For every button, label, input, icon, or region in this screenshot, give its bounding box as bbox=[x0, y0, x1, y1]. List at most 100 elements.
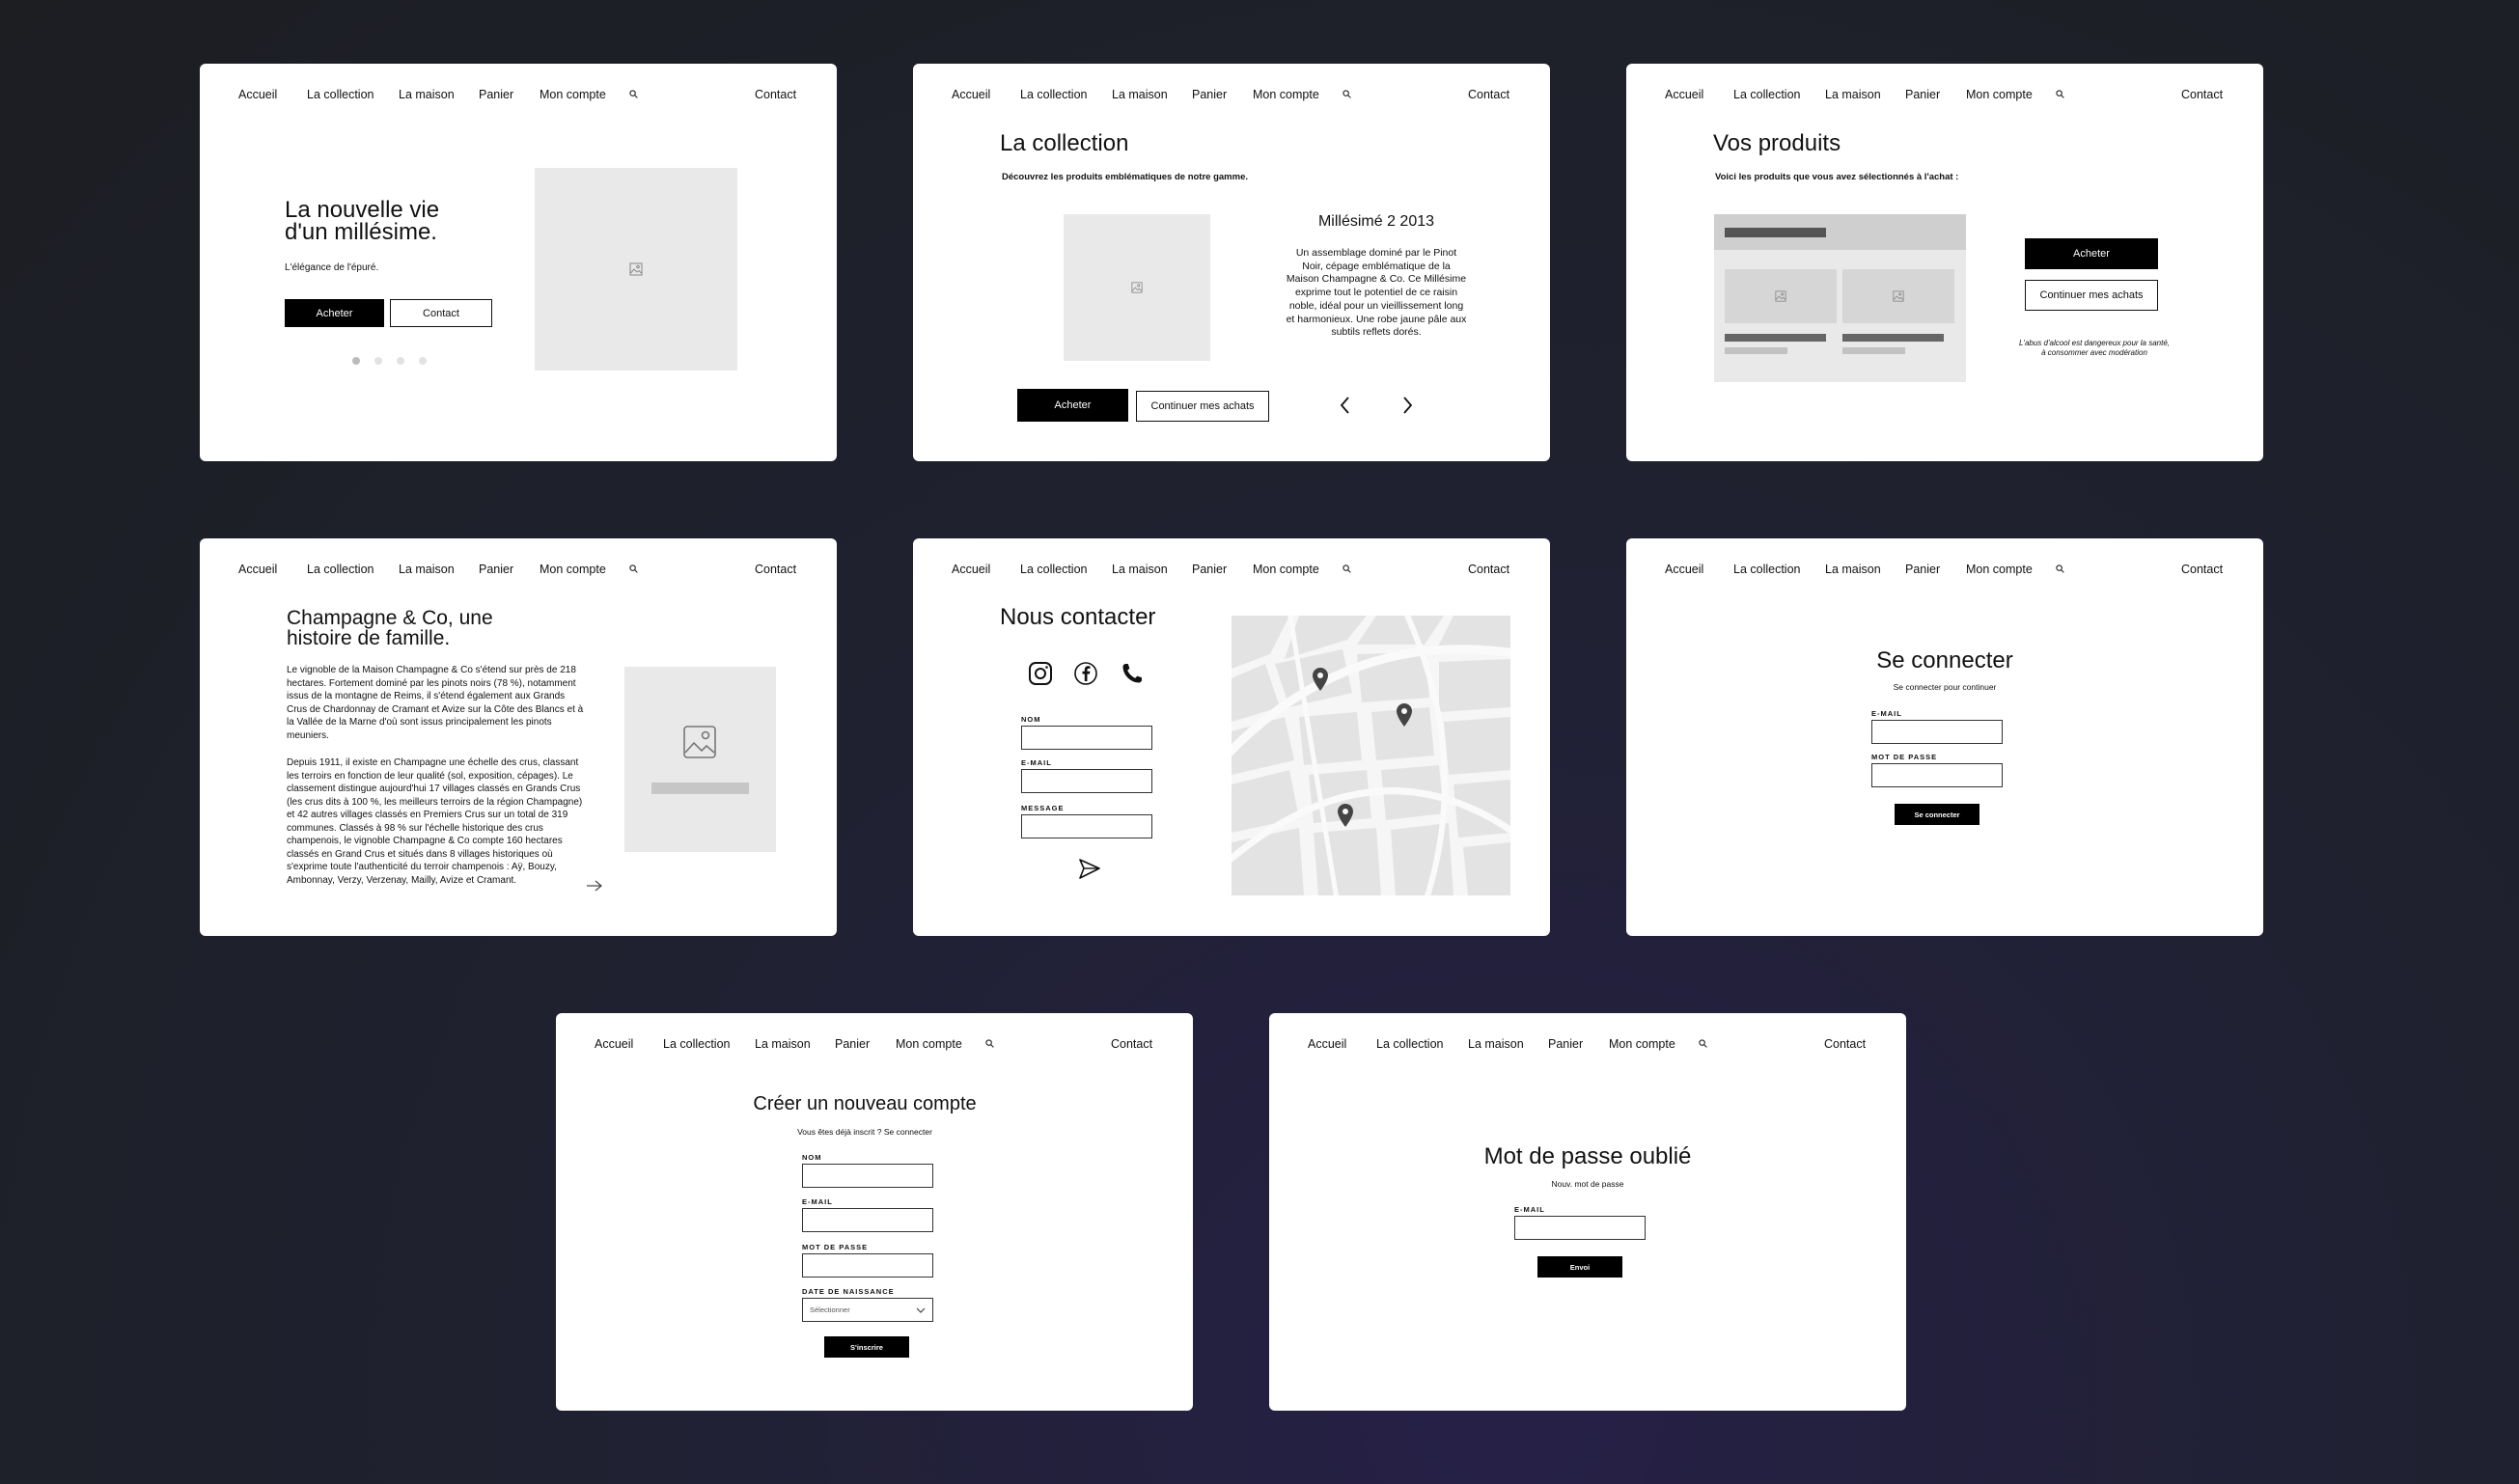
search-icon[interactable] bbox=[629, 90, 638, 98]
nav-la-collection[interactable]: La collection bbox=[1020, 88, 1088, 101]
card-contact: Accueil La collection La maison Panier M… bbox=[913, 538, 1550, 936]
nav-panier[interactable]: Panier bbox=[1548, 1037, 1583, 1051]
nav-la-maison[interactable]: La maison bbox=[1112, 88, 1168, 101]
nav-panier[interactable]: Panier bbox=[1905, 88, 1940, 101]
nav-contact[interactable]: Contact bbox=[2181, 563, 2223, 576]
name-field[interactable] bbox=[802, 1164, 933, 1188]
nav-panier[interactable]: Panier bbox=[1192, 88, 1227, 101]
nav-contact[interactable]: Contact bbox=[1468, 563, 1509, 576]
image-icon bbox=[1775, 290, 1786, 302]
nav-accueil[interactable]: Accueil bbox=[952, 88, 990, 101]
buy-button[interactable]: Acheter bbox=[285, 299, 384, 327]
buy-button[interactable]: Acheter bbox=[1017, 389, 1128, 422]
send-icon[interactable] bbox=[1077, 857, 1102, 882]
buy-button[interactable]: Acheter bbox=[2025, 238, 2158, 269]
nav-contact[interactable]: Contact bbox=[755, 88, 796, 101]
login-link[interactable]: Vous êtes déjà inscrit ? Se connecter bbox=[739, 1127, 990, 1137]
email-field[interactable] bbox=[1021, 769, 1152, 793]
map-pin-icon[interactable] bbox=[1337, 803, 1354, 828]
contact-button[interactable]: Contact bbox=[390, 299, 492, 327]
search-icon[interactable] bbox=[2056, 564, 2064, 573]
nav-accueil[interactable]: Accueil bbox=[595, 1037, 633, 1051]
send-button[interactable]: Envoi bbox=[1537, 1256, 1622, 1278]
nav-panier[interactable]: Panier bbox=[835, 1037, 870, 1051]
page-subtitle: Nouv. mot de passe bbox=[1551, 1179, 1624, 1189]
nav-contact[interactable]: Contact bbox=[2181, 88, 2223, 101]
nav-contact[interactable]: Contact bbox=[1824, 1037, 1866, 1051]
chevron-right-icon[interactable] bbox=[1400, 395, 1414, 416]
carousel-dot-4[interactable] bbox=[419, 357, 427, 365]
arrow-right-icon[interactable] bbox=[586, 879, 603, 893]
nav-la-maison[interactable]: La maison bbox=[1112, 563, 1168, 576]
login-button[interactable]: Se connecter bbox=[1895, 804, 1979, 825]
name-field[interactable] bbox=[1021, 726, 1152, 750]
continue-shopping-button[interactable]: Continuer mes achats bbox=[1136, 391, 1269, 422]
nav-la-collection[interactable]: La collection bbox=[1376, 1037, 1444, 1051]
nav-mon-compte[interactable]: Mon compte bbox=[1609, 1037, 1675, 1051]
nav-la-collection[interactable]: La collection bbox=[307, 88, 374, 101]
nav-contact[interactable]: Contact bbox=[755, 563, 796, 576]
hero-title-line2: d'un millésime. bbox=[285, 219, 437, 245]
nav-la-collection[interactable]: La collection bbox=[1733, 563, 1801, 576]
nav-la-collection[interactable]: La collection bbox=[663, 1037, 731, 1051]
map-pin-icon[interactable] bbox=[1312, 667, 1329, 692]
nav-accueil[interactable]: Accueil bbox=[238, 563, 277, 576]
nav-accueil[interactable]: Accueil bbox=[952, 563, 990, 576]
search-icon[interactable] bbox=[1343, 564, 1351, 573]
nav-la-maison[interactable]: La maison bbox=[1825, 88, 1881, 101]
password-field[interactable] bbox=[802, 1253, 933, 1278]
map[interactable] bbox=[1232, 616, 1510, 895]
nav-la-collection[interactable]: La collection bbox=[1733, 88, 1801, 101]
nav-la-collection[interactable]: La collection bbox=[307, 563, 374, 576]
product-title: Millésimé 2 2013 bbox=[1317, 213, 1435, 230]
carousel-dot-1[interactable] bbox=[352, 357, 360, 365]
nav-mon-compte[interactable]: Mon compte bbox=[540, 88, 606, 101]
nav-mon-compte[interactable]: Mon compte bbox=[1253, 88, 1319, 101]
nav-mon-compte[interactable]: Mon compte bbox=[1966, 88, 2033, 101]
search-icon[interactable] bbox=[629, 564, 638, 573]
nav-mon-compte[interactable]: Mon compte bbox=[540, 563, 606, 576]
password-label: MOT DE PASSE bbox=[802, 1243, 869, 1251]
password-field[interactable] bbox=[1871, 763, 2003, 787]
nav-accueil[interactable]: Accueil bbox=[1665, 88, 1703, 101]
search-icon[interactable] bbox=[1343, 90, 1351, 98]
nav-panier[interactable]: Panier bbox=[1192, 563, 1227, 576]
nav-accueil[interactable]: Accueil bbox=[238, 88, 277, 101]
birthdate-select[interactable]: Sélectionner bbox=[802, 1298, 933, 1322]
search-icon[interactable] bbox=[1699, 1039, 1707, 1048]
message-field[interactable] bbox=[1021, 814, 1152, 838]
nav-la-maison[interactable]: La maison bbox=[399, 563, 455, 576]
top-nav: Accueil La collection La maison Panier M… bbox=[913, 64, 1550, 131]
search-icon[interactable] bbox=[2056, 90, 2064, 98]
nav-mon-compte[interactable]: Mon compte bbox=[1253, 563, 1319, 576]
email-field[interactable] bbox=[1871, 720, 2003, 744]
nav-la-maison[interactable]: La maison bbox=[755, 1037, 811, 1051]
nav-contact[interactable]: Contact bbox=[1468, 88, 1509, 101]
nav-la-maison[interactable]: La maison bbox=[399, 88, 455, 101]
nav-la-maison[interactable]: La maison bbox=[1468, 1037, 1524, 1051]
map-pin-icon[interactable] bbox=[1396, 702, 1413, 728]
nav-accueil[interactable]: Accueil bbox=[1308, 1037, 1346, 1051]
phone-icon[interactable] bbox=[1121, 662, 1144, 685]
nav-la-collection[interactable]: La collection bbox=[1020, 563, 1088, 576]
carousel-dot-2[interactable] bbox=[374, 357, 382, 365]
signup-button[interactable]: S'inscrire bbox=[824, 1336, 909, 1358]
alcohol-warning-line1: L'abus d'alcool est dangereux pour la sa… bbox=[2018, 339, 2171, 347]
email-field[interactable] bbox=[802, 1208, 933, 1232]
email-field[interactable] bbox=[1514, 1216, 1646, 1240]
nav-panier[interactable]: Panier bbox=[1905, 563, 1940, 576]
nav-la-maison[interactable]: La maison bbox=[1825, 563, 1881, 576]
nav-contact[interactable]: Contact bbox=[1111, 1037, 1152, 1051]
nav-accueil[interactable]: Accueil bbox=[1665, 563, 1703, 576]
nav-mon-compte[interactable]: Mon compte bbox=[1966, 563, 2033, 576]
search-icon[interactable] bbox=[985, 1039, 994, 1048]
instagram-icon[interactable] bbox=[1028, 661, 1053, 686]
name-label: NOM bbox=[1021, 715, 1041, 724]
chevron-left-icon[interactable] bbox=[1339, 395, 1352, 416]
nav-panier[interactable]: Panier bbox=[479, 563, 513, 576]
nav-panier[interactable]: Panier bbox=[479, 88, 513, 101]
carousel-dot-3[interactable] bbox=[397, 357, 404, 365]
facebook-icon[interactable] bbox=[1073, 661, 1098, 686]
continue-shopping-button[interactable]: Continuer mes achats bbox=[2025, 280, 2158, 311]
nav-mon-compte[interactable]: Mon compte bbox=[896, 1037, 962, 1051]
